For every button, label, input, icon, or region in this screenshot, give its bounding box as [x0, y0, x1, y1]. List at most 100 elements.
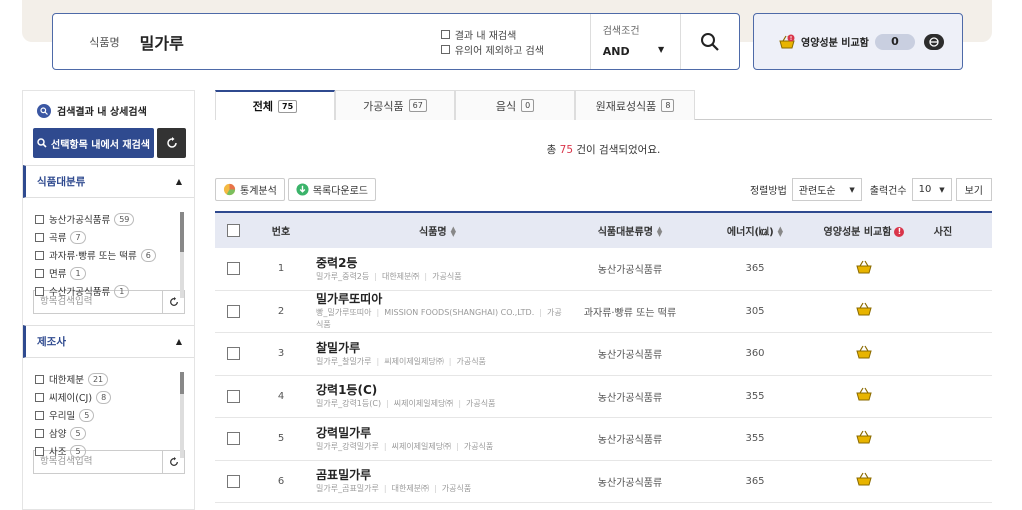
facet-category: 식품대분류 ▲ 농산가공식품류 59 곡류 7 과자류·빵류 또는 떡류 6 면류 1 수… — [23, 165, 194, 314]
row-checkbox[interactable] — [227, 304, 240, 318]
add-to-compare-basket-icon[interactable] — [855, 302, 873, 320]
add-to-compare-basket-icon[interactable] — [855, 345, 873, 363]
row-checkbox[interactable] — [227, 432, 240, 446]
research-within-checkbox[interactable]: 결과 내 재검색 — [440, 27, 590, 42]
tab-raw-material[interactable]: 원재료성식품 8 — [575, 90, 695, 120]
sort-arrows-icon: ▲ ▼ — [777, 225, 784, 238]
checkbox-icon[interactable] — [35, 232, 44, 242]
exclude-synonyms-checkbox[interactable]: 유의어 제외하고 검색 — [440, 42, 590, 57]
add-to-compare-basket-icon[interactable] — [855, 387, 873, 405]
table-header: 번호 식품명 ▲ ▼ 식품대분류명 ▲ ▼ 에너지(㎉) ▲ ▼ 영양성분 비교함! 사진 — [215, 211, 992, 248]
facet-item[interactable]: 사조 5 — [35, 442, 194, 460]
add-to-compare-basket-icon[interactable] — [855, 430, 873, 448]
food-name-link[interactable]: 강력밀가루 — [316, 425, 565, 441]
basket-icon: ! — [779, 34, 795, 48]
search-condition-select[interactable]: 검색조건 AND ▼ — [589, 14, 680, 69]
tab-dishes[interactable]: 음식 0 — [455, 90, 575, 120]
search-button[interactable] — [680, 14, 739, 69]
facet-category-toggle[interactable]: 식품대분류 ▲ — [23, 165, 194, 198]
food-name-link[interactable]: 찰밀가루 — [316, 340, 565, 356]
facet-manufacturer: 제조사 ▲ 대한제분 21 씨제이(CJ) 8 우리밀 5 삼양 5 사조 5 항목검색입력 — [23, 325, 194, 474]
row-checkbox[interactable] — [227, 262, 240, 276]
search-condition-value: AND — [602, 45, 630, 58]
checkbox-icon[interactable] — [35, 410, 44, 420]
page-size-label: 출력건수 — [869, 186, 907, 197]
stats-button[interactable]: 통계분석 — [215, 178, 285, 201]
sort-by-name[interactable]: 식품명 ▲ ▼ — [310, 223, 565, 239]
facet-item[interactable]: 대한제분 21 — [35, 370, 194, 388]
search-icon — [37, 103, 51, 118]
download-icon — [296, 183, 309, 196]
food-name-link[interactable]: 강력1등(C) — [316, 382, 565, 398]
page-size-select[interactable]: 10 ▼ — [911, 178, 952, 201]
search-input[interactable]: 밀가루 — [140, 30, 434, 54]
caret-down-icon: ▼ — [658, 45, 665, 54]
facet-item[interactable]: 곡류 7 — [35, 228, 194, 246]
checkbox-icon[interactable] — [35, 268, 44, 278]
checkbox-icon[interactable] — [35, 374, 44, 384]
nutrient-compare-box[interactable]: ! 영양성분 비교함 0 — [753, 13, 963, 70]
view-button[interactable]: 보기 — [955, 178, 992, 201]
table-row[interactable]: 3 찰밀가루 밀가루_찰밀가루 | 씨제이제일제당㈜ | 가공식품 농산가공식품류 360 — [215, 333, 992, 376]
sort-by-category[interactable]: 식품대분류명 ▲ ▼ — [565, 223, 695, 239]
svg-text:!: ! — [790, 36, 792, 42]
sort-by-energy[interactable]: 에너지(㎉) ▲ ▼ — [695, 223, 815, 239]
facet-item[interactable]: 삼양 5 — [35, 424, 194, 442]
info-icon[interactable]: ! — [894, 227, 905, 237]
table-row[interactable]: 4 강력1등(C) 밀가루_강력1등(C) | 씨제이제일제당㈜ | 가공식품 농산가공식… — [215, 376, 992, 418]
facet-item[interactable]: 수산가공식품류 1 — [35, 282, 194, 300]
checkbox-icon[interactable] — [440, 29, 450, 39]
result-count-text: 총 75 건이 검색되었어요. — [546, 144, 661, 156]
search-condition-label: 검색조건 — [602, 26, 640, 37]
checkbox-icon[interactable] — [35, 286, 44, 296]
sort-select[interactable]: 관련도순 ▼ — [791, 178, 862, 201]
table-row[interactable]: 6 곰표밀가루 밀가루_곰표밀가루 | 대한제분㈜ | 가공식품 농산가공식품류 365 — [215, 461, 992, 503]
sort-label: 정렬방법 — [749, 186, 787, 197]
facet-manufacturer-toggle[interactable]: 제조사 ▲ — [23, 325, 194, 358]
checkbox-icon[interactable] — [35, 250, 44, 260]
caret-up-icon: ▲ — [175, 337, 182, 346]
facet-item[interactable]: 면류 1 — [35, 264, 194, 282]
compare-toggle-icon[interactable] — [923, 33, 944, 50]
facet-item[interactable]: 우리밀 5 — [35, 406, 194, 424]
checkbox-icon[interactable] — [35, 428, 44, 438]
result-tabs: 전체 75 가공식품 67 음식 0 원재료성식품 8 — [215, 90, 992, 120]
caret-up-icon: ▲ — [175, 177, 182, 186]
table-row[interactable]: 1 중력2등 밀가루_중력2등 | 대한제분㈜ | 가공식품 농산가공식품류 365 — [215, 248, 992, 291]
food-name-link[interactable]: 중력2등 — [316, 255, 565, 271]
row-checkbox[interactable] — [227, 347, 240, 361]
checkbox-icon[interactable] — [35, 392, 44, 402]
add-to-compare-basket-icon[interactable] — [855, 260, 873, 278]
food-name-link[interactable]: 밀가루또띠아 — [316, 291, 565, 307]
checkbox-icon[interactable] — [35, 214, 44, 224]
download-list-button[interactable]: 목록다운로드 — [287, 178, 377, 201]
caret-down-icon: ▼ — [849, 185, 855, 194]
sort-arrows-icon: ▲ ▼ — [656, 225, 663, 238]
facet-scrollbar[interactable] — [180, 372, 184, 458]
detail-search-sidebar: 검색결과 내 상세검색 선택항목 내에서 재검색 식품대분류 ▲ 농산가공식품류 5… — [22, 90, 195, 510]
facet-item[interactable]: 과자류·빵류 또는 떡류 6 — [35, 246, 194, 264]
checkbox-icon[interactable] — [440, 44, 450, 54]
facet-item[interactable]: 농산가공식품류 59 — [35, 210, 194, 228]
checkbox-icon[interactable] — [35, 446, 44, 456]
rescan-selected-button[interactable]: 선택항목 내에서 재검색 — [33, 128, 154, 158]
tab-processed-food[interactable]: 가공식품 67 — [335, 90, 455, 120]
sort-arrows-icon: ▲ ▼ — [450, 225, 456, 238]
reset-button[interactable] — [157, 128, 186, 158]
search-field-label: 식품명 — [89, 35, 120, 49]
food-name-link[interactable]: 곰표밀가루 — [316, 467, 565, 483]
result-table: 1 중력2등 밀가루_중력2등 | 대한제분㈜ | 가공식품 농산가공식품류 365 2 … — [215, 248, 992, 503]
select-all-checkbox[interactable] — [227, 224, 240, 237]
refresh-icon — [166, 137, 177, 148]
sidebar-heading: 검색결과 내 상세검색 — [23, 91, 194, 118]
table-row[interactable]: 5 강력밀가루 밀가루_강력밀가루 | 씨제이제일제당㈜ | 가공식품 농산가공식품류 3… — [215, 418, 992, 461]
row-checkbox[interactable] — [227, 389, 240, 403]
row-checkbox[interactable] — [227, 474, 240, 488]
facet-item[interactable]: 씨제이(CJ) 8 — [35, 388, 194, 406]
add-to-compare-basket-icon[interactable] — [855, 472, 873, 490]
tab-all[interactable]: 전체 75 — [215, 90, 335, 120]
search-icon — [37, 138, 47, 148]
compare-label: 영양성분 비교함 — [801, 38, 869, 49]
facet-scrollbar[interactable] — [180, 212, 184, 298]
table-row[interactable]: 2 밀가루또띠아 빵_밀가루또띠아 | MISSION FOODS(SHANGHAI)… — [215, 291, 992, 333]
